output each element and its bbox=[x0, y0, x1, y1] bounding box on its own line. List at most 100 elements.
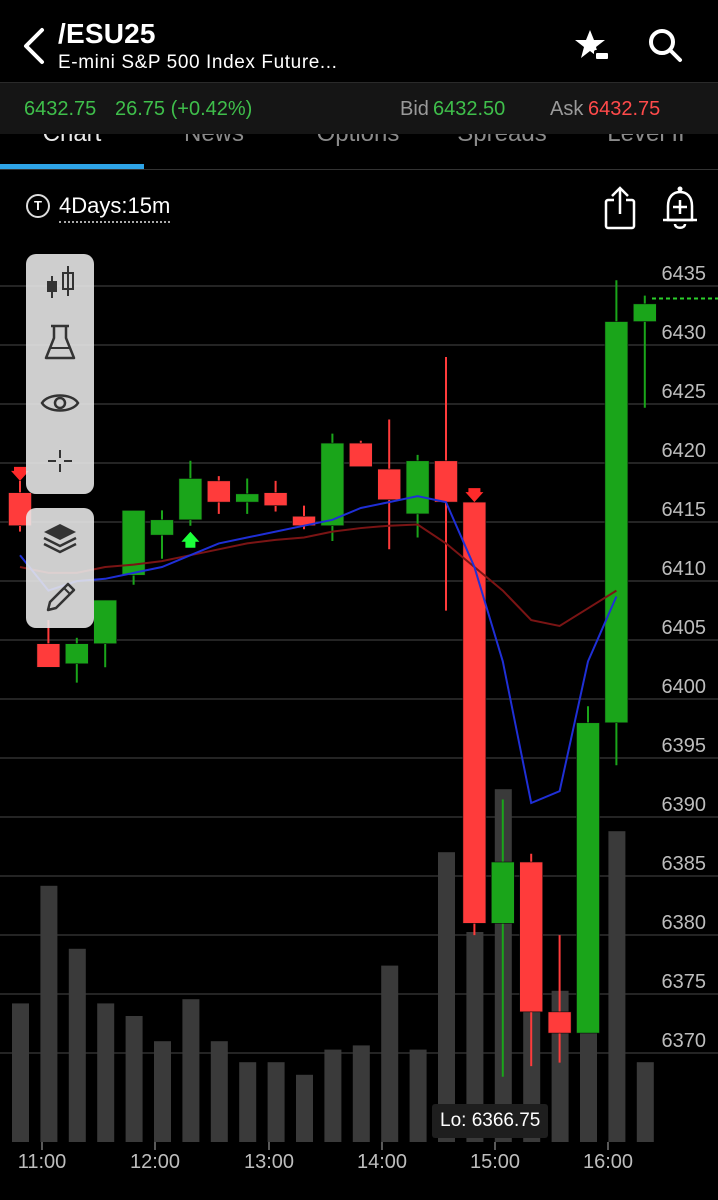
ask-price: 6432.75 bbox=[588, 98, 661, 120]
add-alert-button[interactable] bbox=[658, 184, 702, 232]
symbol-description: E-mini S&P 500 Index Future... bbox=[58, 52, 338, 73]
volume-bar bbox=[182, 999, 200, 1142]
volume-bar bbox=[239, 1062, 257, 1142]
star-watchlist-icon bbox=[575, 30, 610, 61]
price-chart[interactable]: 6435 6430 6425 6420 6415 6410 6405 6400 6395 6390… bbox=[0, 240, 718, 1200]
x-axis-tick-label: 11:00 bbox=[18, 1151, 67, 1173]
x-axis-tick-label: 14:00 bbox=[357, 1151, 407, 1173]
x-axis-tick-label: 16:00 bbox=[583, 1151, 633, 1173]
candle-body bbox=[377, 468, 402, 501]
volume-bar bbox=[381, 965, 399, 1142]
candle-body bbox=[263, 492, 288, 506]
bid-label: Bid bbox=[400, 98, 429, 120]
candle-body bbox=[235, 493, 259, 503]
eye-icon bbox=[40, 394, 80, 412]
crosshair-button[interactable] bbox=[26, 432, 94, 490]
crosshair-icon bbox=[48, 450, 72, 472]
volume-bar bbox=[267, 1062, 285, 1142]
candle-body bbox=[320, 442, 345, 527]
header: /ESU25 E-mini S&P 500 Index Future... bbox=[0, 0, 718, 82]
candle-body bbox=[434, 460, 458, 503]
x-axis-tick-label: 12:00 bbox=[130, 1151, 180, 1173]
y-axis-tick-label: 6420 bbox=[662, 440, 707, 462]
session-low-label: Lo: 6366.75 bbox=[432, 1104, 549, 1138]
chart-settings-row: T 4Days:15m bbox=[0, 180, 718, 240]
layers-icon bbox=[43, 524, 77, 554]
quote-bar: 6432.75 26.75 (+0.42%) Bid 6432.50 Ask 6… bbox=[0, 82, 718, 134]
x-axis-tick-label: 15:00 bbox=[470, 1151, 520, 1173]
x-axis-tick-label: 13:00 bbox=[244, 1151, 294, 1173]
tab-bar: Chart News Options Spreads Level II bbox=[0, 134, 718, 170]
time-frame-selector[interactable]: 4Days:15m bbox=[59, 193, 171, 223]
last-price: 6432.75 bbox=[24, 98, 97, 120]
candle-body bbox=[632, 303, 657, 322]
chart-toolbox-drawing bbox=[26, 508, 94, 628]
candle-body bbox=[576, 722, 600, 1034]
candle-body bbox=[405, 460, 430, 515]
visibility-button[interactable] bbox=[26, 374, 94, 432]
watchlist-button[interactable] bbox=[572, 26, 612, 66]
net-change: 26.75 (+0.42%) bbox=[115, 98, 253, 120]
y-axis-tick-label: 6380 bbox=[662, 912, 707, 934]
volume-bar bbox=[12, 1003, 29, 1142]
volume-bar bbox=[125, 1016, 143, 1142]
candle-body bbox=[519, 861, 544, 1013]
back-button[interactable] bbox=[18, 24, 54, 68]
volume-bar bbox=[608, 831, 626, 1142]
volume-bar bbox=[68, 948, 86, 1142]
volume-bar bbox=[352, 1045, 370, 1142]
volume-bar bbox=[409, 1049, 427, 1142]
volume-bar bbox=[296, 1074, 313, 1142]
fast-moving-average-line bbox=[19, 495, 618, 805]
y-axis-tick-label: 6375 bbox=[662, 971, 707, 993]
search-icon bbox=[649, 29, 682, 62]
volume-bar bbox=[438, 852, 455, 1142]
y-axis-tick-label: 6410 bbox=[662, 558, 707, 580]
candle-body bbox=[547, 1011, 572, 1034]
volume-bar bbox=[210, 1041, 228, 1142]
layers-button[interactable] bbox=[26, 510, 94, 568]
search-button[interactable] bbox=[646, 26, 686, 66]
bid-price: 6432.50 bbox=[433, 98, 506, 120]
candle-body bbox=[150, 519, 174, 536]
candle-body bbox=[348, 442, 373, 468]
studies-button[interactable] bbox=[26, 316, 94, 374]
candle-body bbox=[490, 861, 515, 924]
pencil-icon bbox=[46, 582, 76, 612]
candle-body bbox=[178, 478, 203, 521]
share-button[interactable] bbox=[600, 184, 640, 232]
volume-bar bbox=[97, 1003, 115, 1142]
buy-signal-arrow bbox=[181, 531, 200, 548]
bell-plus-icon bbox=[663, 186, 697, 229]
y-axis-tick-label: 6395 bbox=[662, 735, 707, 757]
candle-body bbox=[604, 321, 629, 724]
y-axis-tick-label: 6435 bbox=[662, 263, 707, 285]
y-axis-tick-label: 6390 bbox=[662, 794, 707, 816]
share-icon bbox=[604, 186, 636, 230]
y-axis-tick-label: 6405 bbox=[662, 617, 707, 639]
y-axis-tick-label: 6370 bbox=[662, 1030, 707, 1052]
candle-body bbox=[93, 599, 117, 644]
tab-options[interactable]: Options bbox=[286, 134, 430, 148]
tab-chart[interactable]: Chart bbox=[0, 134, 144, 148]
candle-body bbox=[207, 480, 231, 503]
ask-label: Ask bbox=[550, 98, 584, 120]
time-frame-icon: T bbox=[26, 194, 50, 218]
drawing-tools-button[interactable] bbox=[26, 568, 94, 626]
flask-icon bbox=[44, 324, 76, 360]
volume-bar bbox=[40, 885, 58, 1142]
chevron-left-icon bbox=[24, 28, 44, 64]
candle-body bbox=[65, 643, 89, 665]
candle-body bbox=[36, 643, 61, 668]
y-axis-tick-label: 6425 bbox=[662, 381, 707, 403]
tab-spreads[interactable]: Spreads bbox=[430, 134, 574, 148]
tab-level-ii[interactable]: Level II bbox=[574, 134, 718, 148]
y-axis-tick-label: 6415 bbox=[662, 499, 707, 521]
y-axis-tick-label: 6400 bbox=[662, 676, 707, 698]
chart-style-button[interactable] bbox=[26, 256, 94, 314]
y-axis-tick-label: 6430 bbox=[662, 322, 707, 344]
sell-signal-arrow bbox=[465, 488, 484, 503]
tab-news[interactable]: News bbox=[142, 134, 286, 148]
symbol-title: /ESU25 bbox=[58, 18, 156, 49]
volume-bar bbox=[636, 1062, 654, 1142]
